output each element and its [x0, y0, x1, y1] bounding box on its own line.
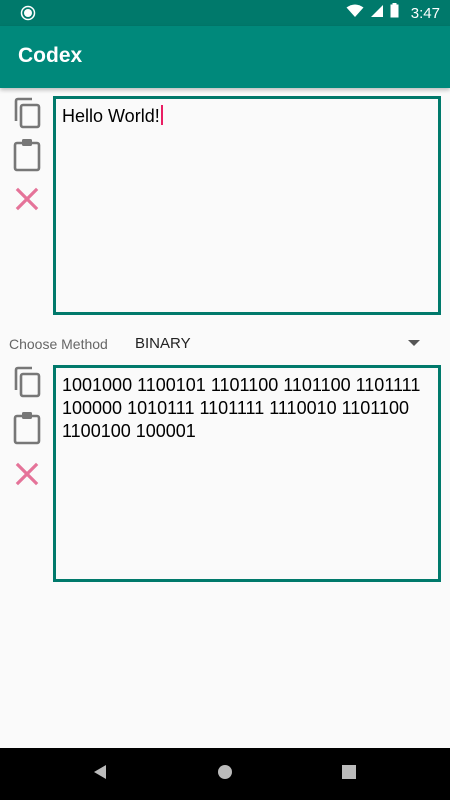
status-bar: 3:47 [0, 0, 450, 26]
battery-icon [390, 3, 399, 23]
copy-output-button[interactable] [8, 365, 46, 403]
clear-output-button[interactable] [8, 457, 46, 495]
app-bar: Codex [0, 26, 450, 88]
paste-icon [13, 411, 41, 450]
method-label: Choose Method [9, 336, 108, 352]
clear-icon [15, 187, 39, 216]
notification-dot-icon [20, 5, 36, 21]
back-icon [93, 764, 107, 785]
output-text: 1001000 1100101 1101100 1101100 1101111 … [62, 375, 426, 441]
input-text-field[interactable]: Hello World! [53, 96, 441, 315]
home-icon [217, 764, 233, 785]
text-cursor [160, 105, 163, 125]
app-title: Codex [18, 44, 83, 67]
back-button[interactable] [90, 764, 110, 784]
status-time: 3:47 [410, 4, 440, 22]
paste-input-button[interactable] [8, 138, 46, 176]
signal-icon [370, 4, 384, 23]
clear-icon [15, 462, 39, 491]
copy-icon [12, 97, 42, 134]
copy-input-button[interactable] [8, 96, 46, 134]
method-selected-value: BINARY [135, 335, 191, 352]
recents-button[interactable] [339, 764, 359, 784]
output-text-field[interactable]: 1001000 1100101 1101100 1101100 1101111 … [53, 365, 441, 582]
dropdown-arrow-icon [408, 340, 420, 346]
wifi-icon [346, 4, 364, 23]
paste-icon [13, 138, 41, 177]
input-text: Hello World! [62, 106, 160, 126]
clear-input-button[interactable] [8, 182, 46, 220]
recents-icon [342, 764, 356, 784]
method-dropdown[interactable]: BINARY [126, 330, 430, 358]
copy-icon [12, 366, 42, 403]
paste-output-button[interactable] [8, 411, 46, 449]
home-button[interactable] [215, 764, 235, 784]
method-row: Choose Method BINARY [0, 330, 450, 358]
nav-bar [0, 748, 450, 800]
